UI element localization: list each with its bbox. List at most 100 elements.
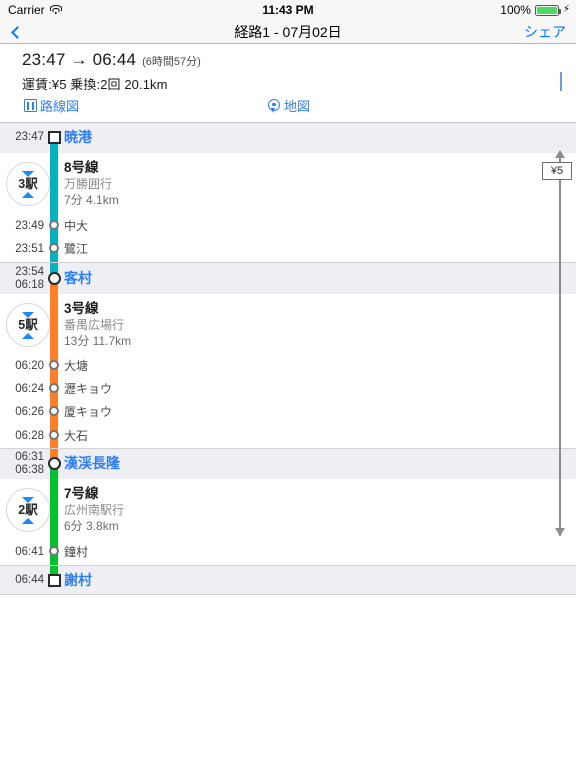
transfer-stop-row[interactable]: 06:31 06:38 漢渓長隆 — [0, 448, 576, 480]
stop-time-depart: 06:38 — [15, 464, 44, 476]
circle-marker — [49, 243, 59, 253]
battery-icon — [534, 4, 561, 16]
stop-time: 06:24 — [15, 383, 44, 395]
stop-name: 厦キョウ — [64, 405, 113, 419]
lightning-bolt-icon: ⚡ — [562, 4, 570, 15]
square-marker — [47, 574, 61, 587]
transfer-stop-row[interactable]: 23:54 06:18 客村 — [0, 262, 576, 295]
leg-info: 8号線 万勝囲行 7分 4.1km — [64, 159, 119, 208]
summary-links: 路線図 地図 — [0, 96, 576, 120]
leg-info: 7号線 広州南駅行 6分 3.8km — [64, 485, 124, 534]
stop-name: 鐘村 — [64, 545, 89, 559]
leg-meta: 7分 4.1km — [64, 193, 119, 207]
summary-details: 運賃:¥5 乗換:2回 20.1km — [22, 77, 168, 92]
triangle-down-icon — [22, 311, 34, 318]
stop-time: 23:47 — [15, 131, 44, 143]
leg-block-7[interactable]: 2駅 7号線 広州南駅行 6分 3.8km — [0, 479, 576, 541]
leg-stop-count-badge[interactable]: 5駅 — [6, 303, 50, 347]
stop-name: 漢渓長隆 — [64, 455, 120, 471]
chevron-right-icon — [560, 72, 562, 91]
itinerary-list: 23:47 暁港 3駅 8号線 万勝囲行 7分 4.1km 23:49 中大 2… — [0, 123, 576, 595]
stop-time: 23:49 — [15, 220, 44, 232]
square-marker — [47, 131, 61, 144]
leg-block-8[interactable]: 3駅 8号線 万勝囲行 7分 4.1km — [0, 153, 576, 215]
stop-name: 中大 — [64, 219, 89, 233]
line-segment-8 — [50, 153, 58, 215]
leg-line-name: 3号線 — [64, 301, 99, 316]
summary-time-row: 23:47 → 06:44 (6時間57分) — [22, 50, 201, 70]
page-title: 経路1 - 07月02日 — [234, 24, 342, 40]
summary-times: 23:47 → 06:44 — [22, 50, 137, 69]
circle-marker — [49, 220, 59, 230]
stop-row[interactable]: 06:28 大石 — [0, 425, 576, 448]
line-segment-7 — [50, 479, 58, 541]
battery-percent-label: 100% — [500, 3, 531, 17]
stop-row[interactable]: 23:49 中大 — [0, 215, 576, 238]
circle-marker — [49, 430, 59, 440]
stop-name: 暁港 — [64, 129, 92, 145]
stop-time: 06:28 — [15, 430, 44, 442]
share-button[interactable]: シェア — [524, 20, 566, 44]
status-bar-right: 100% ⚡ — [500, 3, 570, 17]
navigation-bar: 経路1 - 07月02日 シェア — [0, 20, 576, 44]
stop-row[interactable]: 06:24 瀝キョウ — [0, 378, 576, 402]
stop-name: 瀝キョウ — [64, 382, 113, 396]
leg-line-name: 8号線 — [64, 160, 99, 175]
leg-destination: 番禺広場行 — [64, 318, 125, 332]
stop-name: 謝村 — [64, 572, 92, 588]
stop-time: 06:26 — [15, 406, 44, 418]
triangle-up-icon — [22, 191, 34, 198]
map-label: 地図 — [284, 99, 311, 114]
route-map-link[interactable]: 路線図 — [24, 96, 79, 115]
stop-time-arrive: 23:54 — [15, 266, 44, 278]
stop-row[interactable]: 23:51 鷺江 — [0, 238, 576, 262]
stop-name: 大塘 — [64, 359, 89, 373]
leg-line-name: 7号線 — [64, 486, 99, 501]
leg-info: 3号線 番禺広場行 13分 11.7km — [64, 300, 131, 349]
stop-name: 客村 — [64, 270, 92, 286]
stop-row-origin[interactable]: 23:47 暁港 — [0, 123, 576, 153]
stop-row[interactable]: 06:20 大塘 — [0, 356, 576, 378]
leg-stop-count-badge[interactable]: 2駅 — [6, 488, 50, 532]
leg-stop-count: 5駅 — [18, 317, 38, 332]
triangle-down-icon — [22, 170, 34, 177]
circle-marker — [49, 406, 59, 416]
triangle-up-icon — [22, 517, 34, 524]
leg-stop-count: 2駅 — [18, 502, 38, 517]
leg-destination: 万勝囲行 — [64, 177, 113, 191]
circle-marker — [49, 360, 59, 370]
map-link[interactable]: 地図 — [268, 96, 310, 115]
stop-row[interactable]: 06:26 厦キョウ — [0, 402, 576, 425]
leg-meta: 6分 3.8km — [64, 519, 119, 533]
stop-row-destination[interactable]: 06:44 謝村 — [0, 565, 576, 595]
stop-row[interactable]: 06:41 鐘村 — [0, 541, 576, 565]
status-bar-clock: 11:43 PM — [262, 3, 314, 17]
circle-marker — [49, 383, 59, 393]
circle-marker-large — [47, 272, 61, 285]
leg-stop-count-badge[interactable]: 3駅 — [6, 162, 50, 206]
triangle-up-icon — [22, 332, 34, 339]
stop-time-depart: 06:18 — [15, 279, 44, 291]
status-bar: Carrier 11:43 PM 100% ⚡ — [0, 0, 576, 20]
stop-name: 大石 — [64, 429, 89, 443]
line-segment-3 — [50, 294, 58, 356]
leg-stop-count: 3駅 — [18, 176, 38, 191]
leg-meta: 13分 11.7km — [64, 334, 132, 348]
leg-destination: 広州南駅行 — [64, 503, 125, 517]
triangle-down-icon — [22, 496, 34, 503]
stop-time-arrive: 06:31 — [15, 451, 44, 463]
map-pin-icon — [268, 98, 281, 113]
circle-marker — [49, 546, 59, 556]
leg-block-3[interactable]: 5駅 3号線 番禺広場行 13分 11.7km — [0, 294, 576, 356]
stop-name: 鷺江 — [64, 242, 89, 256]
summary-duration: (6時間57分) — [142, 56, 201, 68]
stop-time: 23:51 — [15, 243, 44, 255]
stop-time: 06:41 — [15, 546, 44, 558]
summary-disclosure-button[interactable] — [560, 72, 562, 92]
stop-time: 06:44 — [15, 574, 44, 586]
stop-time: 06:20 — [15, 360, 44, 372]
circle-marker-large — [47, 457, 61, 470]
transit-route-screen: Carrier 11:43 PM 100% ⚡ 経路1 - 07月02日 シェア… — [0, 0, 576, 768]
route-summary-card[interactable]: 23:47 → 06:44 (6時間57分) 運賃:¥5 乗換:2回 20.1k… — [0, 44, 576, 123]
route-map-icon — [24, 99, 37, 112]
